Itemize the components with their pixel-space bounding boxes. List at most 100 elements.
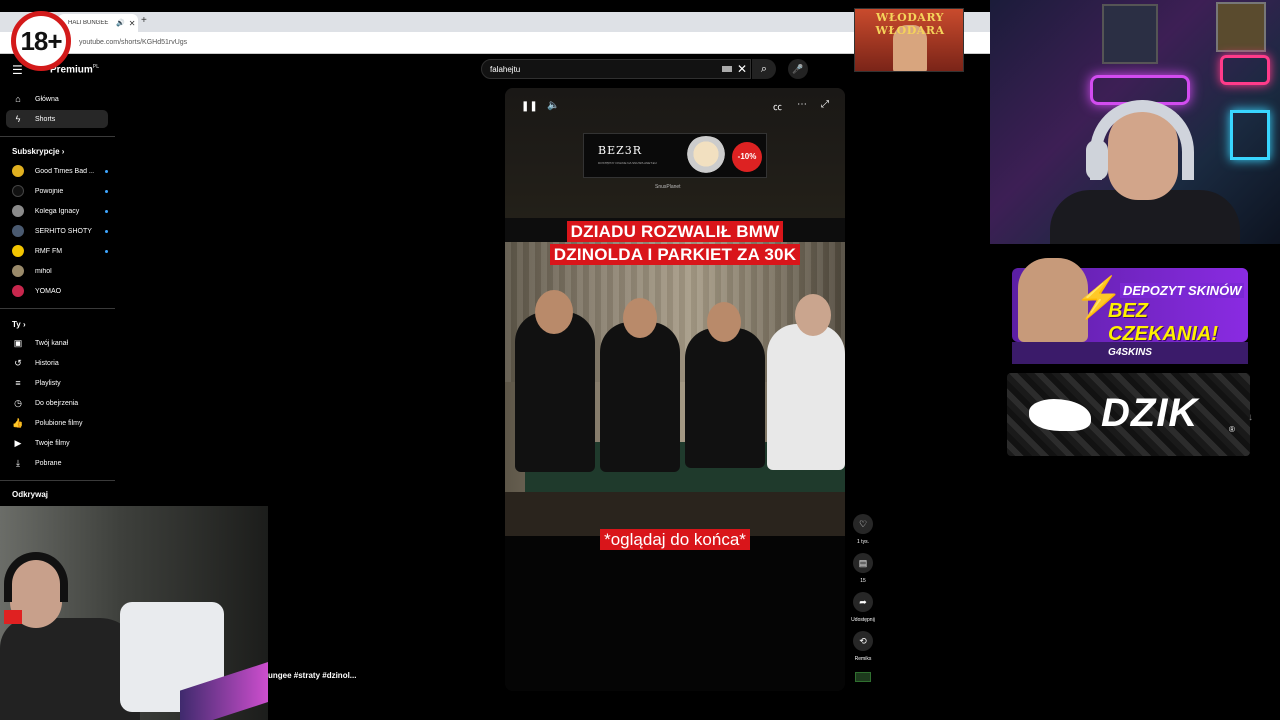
remix-label: Remiks <box>854 656 872 662</box>
ad-brand: BEZ3R <box>598 144 643 157</box>
microphone-icon: 🎤 <box>792 64 804 74</box>
captions-icon[interactable]: ㏄ <box>773 100 782 113</box>
ad-partner: SnusPlanet <box>655 184 681 190</box>
boar-icon <box>1029 399 1091 431</box>
headline-line: DZINOLDA I PARKIET ZA 30K <box>549 244 801 265</box>
video-bottom-area <box>505 536 845 691</box>
subscriptions-heading[interactable]: Subskrypcje › <box>12 147 64 156</box>
comments-button[interactable]: ▤ 15 <box>848 553 878 584</box>
share-button[interactable]: ➦ Udostępnij <box>848 592 878 623</box>
sponsor-name: DZIK <box>1101 391 1199 435</box>
you-heading-label: Ty <box>12 320 21 329</box>
person-head <box>795 294 831 336</box>
guest-webcam <box>0 506 268 720</box>
download-icon: ⤓ <box>16 457 20 468</box>
ad-text: DOSTĘPNY ONLINE NA SNUSPLANET.EU <box>598 161 657 165</box>
speaker-icon[interactable]: 🔊 <box>116 19 125 27</box>
volume-icon[interactable]: 🔈 <box>547 100 559 111</box>
new-content-dot <box>105 229 108 233</box>
sidebar-item-shorts[interactable]: ϟ Shorts <box>6 110 108 128</box>
sidebar-item-your-videos[interactable]: ▶ Twoje filmy <box>6 434 108 452</box>
wall-frame <box>1216 2 1266 52</box>
heart-icon: ♡ <box>853 514 873 534</box>
remix-icon: ⟲ <box>853 631 873 651</box>
browser-tab[interactable]: HALI BUNGEE 🔊 ✕ <box>58 14 138 32</box>
search-icon: ⌕ <box>760 63 768 75</box>
browser-tabstrip: HALI BUNGEE 🔊 ✕ + <box>0 12 990 32</box>
more-options-icon[interactable]: ⋯ <box>797 99 807 110</box>
share-label: Udostępnij <box>851 617 875 623</box>
shorts-player[interactable]: ❚❚ 🔈 ㏄ ⋯ ⤢ BEZ3R DOSTĘPNY ONLINE NA SNUS… <box>505 88 845 691</box>
avatar <box>12 225 24 237</box>
subscription-label: mihol <box>35 267 52 275</box>
sound-thumbnail[interactable] <box>855 672 871 682</box>
search-button[interactable]: ⌕ <box>752 59 776 79</box>
clear-search-icon[interactable]: ✕ <box>737 62 747 76</box>
sponsor-logo: DZIK ® <box>1007 373 1250 456</box>
sidebar-divider <box>0 480 115 481</box>
like-count: 1 tys. <box>857 539 869 545</box>
tab-title: HALI BUNGEE <box>68 20 109 26</box>
url-text[interactable]: youtube.com/shorts/KGHd51rvUgs <box>79 39 187 46</box>
search-input[interactable]: falahejtu ✕ <box>481 59 751 79</box>
subscription-item[interactable]: RMF FM <box>6 242 108 260</box>
search-query[interactable]: falahejtu <box>490 65 520 74</box>
promo-line1: DEPOZYT SKINÓW <box>1120 283 1245 298</box>
voice-search-button[interactable]: 🎤 <box>788 59 808 79</box>
channel-icon: ▣ <box>13 337 23 348</box>
you-heading[interactable]: Ty › <box>12 320 26 329</box>
avatar <box>12 265 24 277</box>
hamburger-menu-icon[interactable]: ☰ <box>12 63 23 77</box>
like-button[interactable]: ♡ 1 tys. <box>848 514 878 545</box>
video-frame <box>505 242 845 536</box>
subscription-item[interactable]: YOMAO <box>6 282 108 300</box>
video-icon: ▶ <box>14 437 22 448</box>
sidebar-item-history[interactable]: ↺ Historia <box>6 354 108 372</box>
subscription-item[interactable]: mihol <box>6 262 108 280</box>
new-content-dot <box>105 169 108 173</box>
comment-count: 15 <box>860 578 866 584</box>
pause-icon[interactable]: ❚❚ <box>521 101 538 112</box>
video-subtitle: *oglądaj do końca* <box>505 529 845 550</box>
sidebar-item-channel[interactable]: ▣ Twój kanał <box>6 334 108 352</box>
sidebar-item-label: Twoje filmy <box>35 439 70 447</box>
avatar <box>12 165 24 177</box>
video-headline: DZIADU ROZWALIŁ BMW DZINOLDA I PARKIET Z… <box>505 221 845 267</box>
subscription-item[interactable]: Kolega Ignacy <box>6 202 108 220</box>
fullscreen-icon[interactable]: ⤢ <box>821 99 829 110</box>
promo-line2: BEZ CZEKANIA! <box>1108 300 1218 345</box>
subscription-item[interactable]: SERHITO SHOTY <box>6 222 108 240</box>
sidebar-item-label: Twój kanał <box>35 339 69 347</box>
wall-frame <box>1102 4 1158 64</box>
sidebar-item-watch-later[interactable]: ◷ Do obejrzenia <box>6 394 108 412</box>
sidebar-item-home[interactable]: ⌂ Główna <box>6 90 108 108</box>
address-bar[interactable]: youtube.com/shorts/KGHd51rvUgs <box>0 32 990 54</box>
sidebar-divider <box>0 136 115 137</box>
sidebar-divider <box>0 308 115 309</box>
sidebar-item-label: Polubione filmy <box>35 419 83 427</box>
sidebar-item-liked[interactable]: 👍 Polubione filmy <box>6 414 108 432</box>
sidebar-item-playlists[interactable]: ≡ Playlisty <box>6 374 108 392</box>
scroll-down-icon[interactable]: ↓ <box>1248 412 1253 423</box>
neon-sign <box>1220 55 1270 85</box>
subscription-label: YOMAO <box>35 287 62 295</box>
remix-button[interactable]: ⟲ Remiks <box>848 631 878 662</box>
person <box>685 328 765 468</box>
new-content-dot <box>105 189 108 193</box>
new-tab-button[interactable]: + <box>141 15 147 26</box>
subscription-label: Kolega Ignacy <box>34 207 80 215</box>
subscription-label: SERHITO SHOTY <box>34 227 92 235</box>
subscription-item[interactable]: Powojnie <box>6 182 108 200</box>
clock-icon: ◷ <box>14 397 22 408</box>
keyboard-icon[interactable] <box>722 66 732 72</box>
sidebar-item-downloads[interactable]: ⤓ Pobrane <box>6 454 108 472</box>
ad-discount: -10% <box>732 142 762 172</box>
thumb-up-icon: 👍 <box>12 417 24 428</box>
video-title[interactable]: ungee #straty #dzinol... <box>268 671 356 680</box>
subscription-item[interactable]: Good Times Bad ... <box>6 162 108 180</box>
history-icon: ↺ <box>14 357 22 368</box>
subscription-label: Good Times Bad ... <box>34 167 95 175</box>
promo-brand: G4SKINS <box>1012 342 1248 364</box>
logo-region: PL <box>92 64 100 70</box>
close-tab-icon[interactable]: ✕ <box>129 19 136 28</box>
